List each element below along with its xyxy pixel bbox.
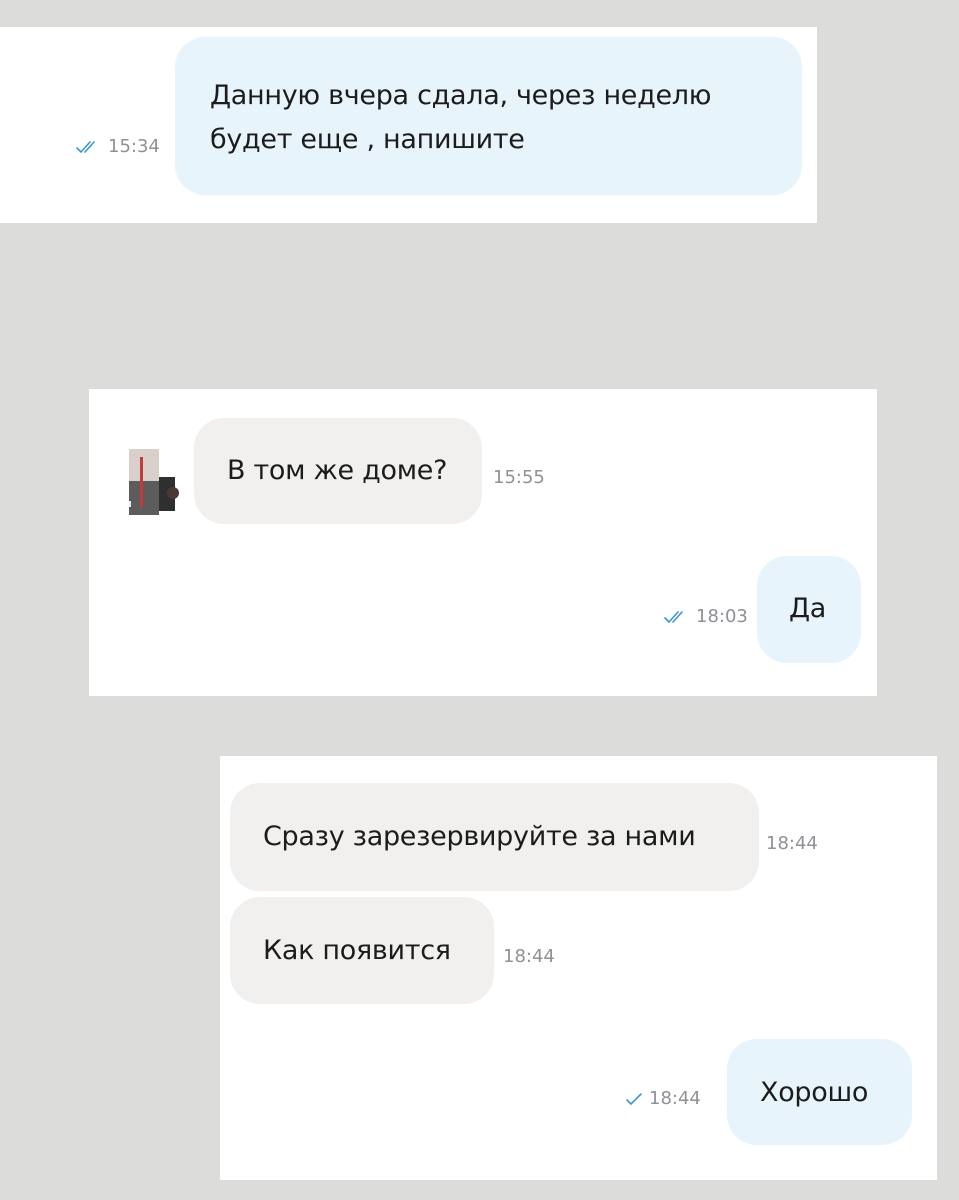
contact-avatar[interactable] — [109, 449, 179, 515]
message-time: 15:34 — [108, 136, 160, 157]
message-meta: 15:34 — [76, 136, 160, 157]
message-text: В том же доме? — [227, 455, 448, 486]
message-time: 18:03 — [696, 606, 748, 627]
message-meta: 18:44 — [503, 946, 555, 967]
message-text-line-2: будет еще , напишите — [210, 124, 525, 155]
message-text-line-1: Данную вчера сдала, через неделю — [210, 80, 712, 111]
incoming-message-bubble[interactable]: Сразу зарезервируйте за нами — [230, 783, 759, 891]
outgoing-message-bubble[interactable]: Да — [757, 556, 861, 663]
single-check-icon — [625, 1092, 643, 1106]
chat-screenshot-2: В том же доме? 15:55 18:03 Да — [89, 389, 877, 696]
message-time: 15:55 — [493, 467, 545, 488]
message-time: 18:44 — [503, 946, 555, 967]
message-meta: 18:03 — [664, 606, 748, 627]
message-text: Сразу зарезервируйте за нами — [263, 821, 696, 852]
incoming-message-bubble[interactable]: В том же доме? — [194, 418, 482, 524]
message-text: Хорошо — [760, 1077, 869, 1108]
message-time: 18:44 — [649, 1088, 701, 1109]
double-check-icon — [76, 140, 102, 154]
message-meta: 18:44 — [625, 1088, 701, 1109]
message-time: 18:44 — [766, 833, 818, 854]
message-meta: 18:44 — [766, 833, 818, 854]
double-check-icon — [664, 610, 690, 624]
outgoing-message-bubble[interactable]: Хорошо — [727, 1039, 912, 1145]
outgoing-message-bubble[interactable]: Данную вчера сдала, через неделю будет е… — [175, 37, 802, 195]
message-text: Да — [789, 593, 827, 624]
chat-screenshot-1: 15:34 Данную вчера сдала, через неделю б… — [0, 27, 817, 223]
message-meta: 15:55 — [493, 467, 545, 488]
message-text: Как появится — [263, 935, 451, 966]
incoming-message-bubble[interactable]: Как появится — [230, 897, 494, 1004]
chat-screenshot-3: Сразу зарезервируйте за нами 18:44 Как п… — [220, 756, 937, 1180]
